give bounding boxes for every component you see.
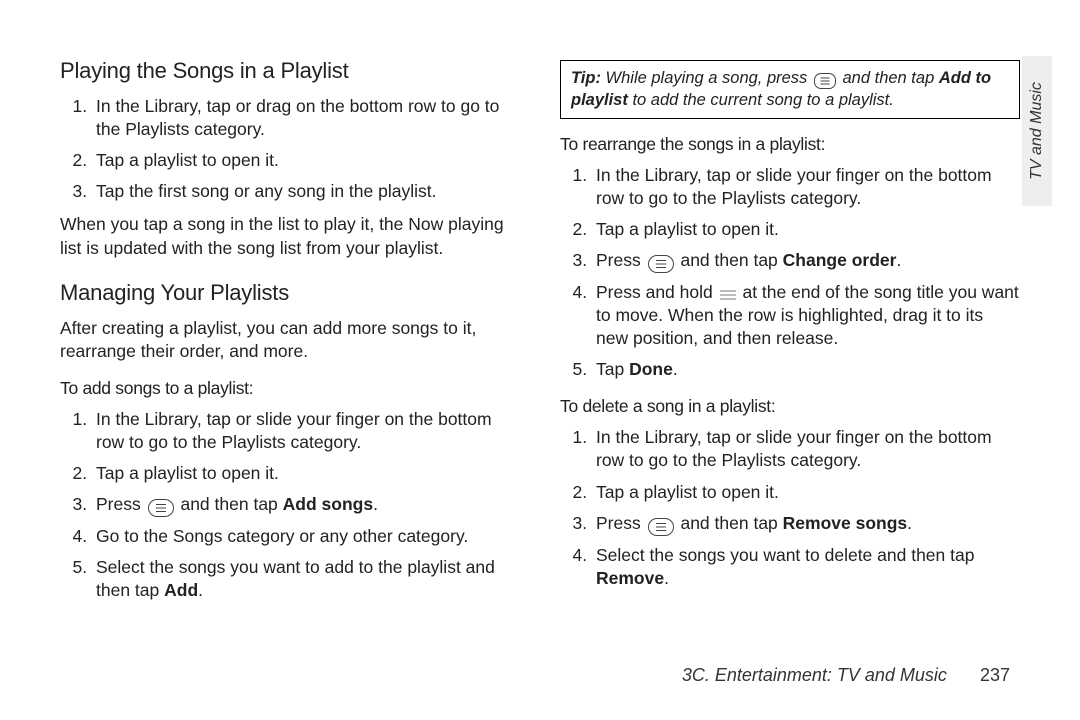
menu-icon: [648, 255, 674, 273]
right-column: Tip: While playing a song, press and the…: [560, 56, 1020, 720]
text: and then tap: [676, 513, 783, 533]
text: Press: [596, 250, 646, 270]
list-item: Tap Done.: [592, 358, 1020, 381]
page-body: Playing the Songs in a Playlist In the L…: [0, 0, 1080, 720]
paragraph-now-playing: When you tap a song in the list to play …: [60, 213, 520, 259]
text: Press and hold: [596, 282, 718, 302]
rearrange-steps: In the Library, tap or slide your finger…: [560, 164, 1020, 382]
subhead-delete: To delete a song in a playlist:: [560, 395, 1020, 418]
text: .: [664, 568, 669, 588]
text: .: [198, 580, 203, 600]
list-item: Press and then tap Add songs.: [92, 493, 520, 517]
playing-songs-steps: In the Library, tap or drag on the botto…: [60, 95, 520, 203]
bold-text: Add songs: [283, 494, 373, 514]
heading-playing-songs: Playing the Songs in a Playlist: [60, 56, 520, 85]
text: Press: [596, 513, 646, 533]
list-item: Tap a playlist to open it.: [592, 481, 1020, 504]
drag-handle-icon: [720, 290, 736, 300]
list-item: In the Library, tap or slide your finger…: [592, 426, 1020, 472]
list-item: Tap the first song or any song in the pl…: [92, 180, 520, 203]
menu-icon: [814, 73, 836, 89]
delete-steps: In the Library, tap or slide your finger…: [560, 426, 1020, 589]
text: Tap: [596, 359, 629, 379]
text: to add the current song to a playlist.: [628, 91, 894, 109]
page-footer: 3C. Entertainment: TV and Music 237: [682, 665, 1010, 686]
menu-icon: [148, 499, 174, 517]
text: .: [373, 494, 378, 514]
list-item: In the Library, tap or slide your finger…: [92, 408, 520, 454]
text: While playing a song, press: [601, 69, 812, 87]
list-item: In the Library, tap or drag on the botto…: [92, 95, 520, 141]
menu-icon: [648, 518, 674, 536]
list-item: Select the songs you want to delete and …: [592, 544, 1020, 590]
list-item: Press and hold at the end of the song ti…: [592, 281, 1020, 350]
add-songs-steps: In the Library, tap or slide your finger…: [60, 408, 520, 603]
bold-text: Add: [164, 580, 198, 600]
subhead-add-songs: To add songs to a playlist:: [60, 377, 520, 400]
paragraph-managing-intro: After creating a playlist, you can add m…: [60, 317, 520, 363]
text: .: [673, 359, 678, 379]
text: and then tap: [176, 494, 283, 514]
list-item: Press and then tap Remove songs.: [592, 512, 1020, 536]
text: Select the songs you want to delete and …: [596, 545, 974, 565]
text: .: [896, 250, 901, 270]
bold-text: Remove: [596, 568, 664, 588]
bold-text: Done: [629, 359, 673, 379]
text: .: [907, 513, 912, 533]
tip-label: Tip:: [571, 69, 601, 87]
list-item: Tap a playlist to open it.: [592, 218, 1020, 241]
text: Select the songs you want to add to the …: [96, 557, 495, 600]
subhead-rearrange: To rearrange the songs in a playlist:: [560, 133, 1020, 156]
tip-box: Tip: While playing a song, press and the…: [560, 60, 1020, 119]
heading-managing-playlists: Managing Your Playlists: [60, 278, 520, 307]
list-item: Go to the Songs category or any other ca…: [92, 525, 520, 548]
text: and then tap: [676, 250, 783, 270]
list-item: Select the songs you want to add to the …: [92, 556, 520, 602]
bold-text: Change order: [783, 250, 897, 270]
bold-text: Remove songs: [783, 513, 907, 533]
left-column: Playing the Songs in a Playlist In the L…: [60, 56, 520, 720]
text: and then tap: [838, 69, 939, 87]
footer-chapter: 3C. Entertainment: TV and Music: [682, 665, 947, 685]
list-item: Tap a playlist to open it.: [92, 149, 520, 172]
side-tab: TV and Music: [1022, 56, 1052, 206]
text: Press: [96, 494, 146, 514]
footer-page-number: 237: [980, 665, 1010, 685]
side-tab-label: TV and Music: [1028, 82, 1046, 180]
list-item: Tap a playlist to open it.: [92, 462, 520, 485]
list-item: Press and then tap Change order.: [592, 249, 1020, 273]
list-item: In the Library, tap or slide your finger…: [592, 164, 1020, 210]
